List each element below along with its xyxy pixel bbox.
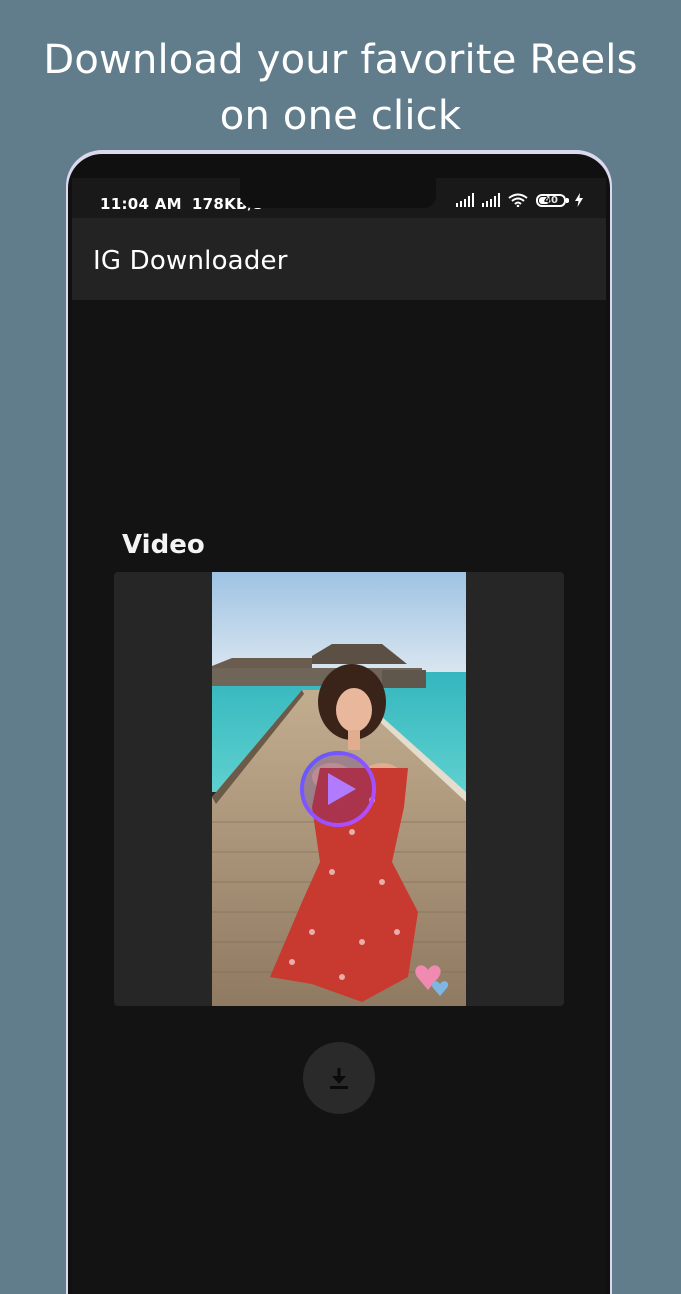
app-title: IG Downloader <box>93 246 288 276</box>
video-section-label: Video <box>122 530 205 560</box>
battery-level: 40 <box>544 194 558 206</box>
main-content: Video <box>72 300 606 1294</box>
status-time: 11:04 AM <box>100 195 182 213</box>
video-preview-card[interactable] <box>114 572 564 1006</box>
play-icon[interactable] <box>298 749 378 829</box>
charging-icon <box>575 193 583 207</box>
promo-line-1: Download your favorite Reels <box>43 37 638 83</box>
download-button[interactable] <box>303 1042 375 1114</box>
camera-notch <box>240 178 436 208</box>
promo-line-2: on one click <box>219 93 462 139</box>
promo-headline: Download your favorite Reels on one clic… <box>0 32 681 144</box>
download-icon <box>330 1068 348 1089</box>
signal-icon <box>482 193 500 207</box>
app-bar: IG Downloader <box>72 218 606 300</box>
phone-frame: 11:04 AM 178KB/s 40 IG Downloader Video <box>68 154 610 1294</box>
video-thumbnail[interactable] <box>212 572 466 1006</box>
status-right: 40 <box>456 193 584 207</box>
battery-icon: 40 <box>536 193 569 207</box>
signal-icon <box>456 193 474 207</box>
wifi-icon <box>508 193 528 207</box>
